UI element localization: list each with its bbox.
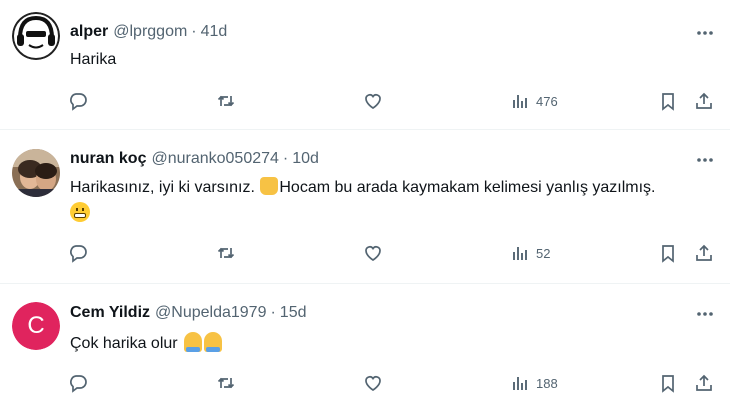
- tweet[interactable]: C Cem Yildiz @Nupelda1979 · 15d Çok hari…: [0, 284, 730, 420]
- heart-icon: [365, 376, 381, 391]
- more-options-icon[interactable]: [694, 22, 716, 44]
- separator: ·: [270, 304, 276, 321]
- reply-icon: [70, 375, 87, 393]
- view-count: 476: [536, 93, 558, 109]
- display-name[interactable]: nuran koç: [70, 150, 146, 168]
- tweet[interactable]: alper @lprggom · 41d Harika 476: [0, 0, 730, 130]
- share-button[interactable]: [694, 242, 714, 264]
- share-icon: [696, 374, 712, 391]
- share-button[interactable]: [694, 372, 714, 394]
- retweet-icon: [217, 247, 235, 259]
- retweet-button[interactable]: [216, 242, 236, 264]
- avatar-letter: C: [12, 302, 60, 350]
- user-handle[interactable]: @Nupelda1979: [155, 304, 266, 322]
- bookmark-button[interactable]: [658, 372, 678, 394]
- display-name[interactable]: Cem Yildiz: [70, 304, 150, 322]
- folded-hands-emoji-icon: [184, 332, 203, 352]
- tweet-text: Çok harika olur: [70, 331, 670, 357]
- headphones-face-icon: [12, 12, 60, 60]
- timestamp[interactable]: 10d: [292, 150, 319, 168]
- share-button[interactable]: [694, 90, 714, 112]
- share-icon: [696, 244, 712, 261]
- thumbs-up-emoji-icon: [260, 177, 279, 195]
- retweet-button[interactable]: [216, 90, 236, 112]
- analytics-icon: [513, 95, 527, 108]
- tweet-actions: 188: [68, 372, 718, 394]
- tweet-text: Harikasınız, iyi ki varsınız. Hocam bu a…: [70, 175, 670, 227]
- grimacing-face-emoji-icon: [70, 202, 90, 222]
- like-button[interactable]: [363, 242, 383, 264]
- tweet-actions: 476: [68, 90, 718, 112]
- bookmark-button[interactable]: [658, 242, 678, 264]
- avatar[interactable]: C: [12, 302, 60, 350]
- bookmark-icon: [662, 93, 674, 111]
- tweet-header: nuran koç @nuranko050274 · 10d: [70, 148, 319, 170]
- reply-icon: [70, 245, 87, 263]
- views-button[interactable]: 476: [510, 90, 558, 112]
- analytics-icon: [513, 377, 527, 390]
- view-count: 188: [536, 375, 558, 391]
- avatar[interactable]: [12, 12, 60, 60]
- separator: ·: [191, 23, 197, 40]
- heart-icon: [365, 246, 381, 261]
- more-options-icon[interactable]: [694, 303, 716, 325]
- photo-avatar: [12, 149, 60, 197]
- tweet-text: Harika: [70, 51, 117, 68]
- timestamp[interactable]: 41d: [201, 23, 228, 41]
- display-name[interactable]: alper: [70, 23, 108, 41]
- retweet-button[interactable]: [216, 372, 236, 394]
- share-icon: [696, 92, 712, 109]
- analytics-icon: [513, 247, 527, 260]
- tweet-actions: 52: [68, 242, 718, 264]
- like-button[interactable]: [363, 372, 383, 394]
- user-handle[interactable]: @lprggom: [113, 23, 187, 41]
- avatar[interactable]: [12, 149, 60, 197]
- views-button[interactable]: 188: [510, 372, 558, 394]
- views-button[interactable]: 52: [510, 242, 550, 264]
- separator: ·: [282, 150, 289, 167]
- heart-icon: [365, 94, 381, 109]
- retweet-icon: [217, 377, 235, 389]
- reply-button[interactable]: [68, 372, 88, 394]
- like-button[interactable]: [363, 90, 383, 112]
- timestamp[interactable]: 15d: [280, 304, 307, 322]
- more-options-icon[interactable]: [694, 149, 716, 171]
- tweet-header: Cem Yildiz @Nupelda1979 · 15d: [70, 302, 307, 324]
- bookmark-button[interactable]: [658, 90, 678, 112]
- reply-icon: [70, 93, 87, 111]
- reply-button[interactable]: [68, 90, 88, 112]
- tweet[interactable]: nuran koç @nuranko050274 · 10d Harikasın…: [0, 130, 730, 284]
- reply-button[interactable]: [68, 242, 88, 264]
- retweet-icon: [217, 95, 235, 107]
- user-handle[interactable]: @nuranko050274: [151, 150, 278, 168]
- tweet-header: alper @lprggom · 41d: [70, 21, 227, 43]
- bookmark-icon: [662, 245, 674, 263]
- folded-hands-emoji-icon: [204, 332, 223, 352]
- bookmark-icon: [662, 375, 674, 393]
- view-count: 52: [536, 245, 551, 261]
